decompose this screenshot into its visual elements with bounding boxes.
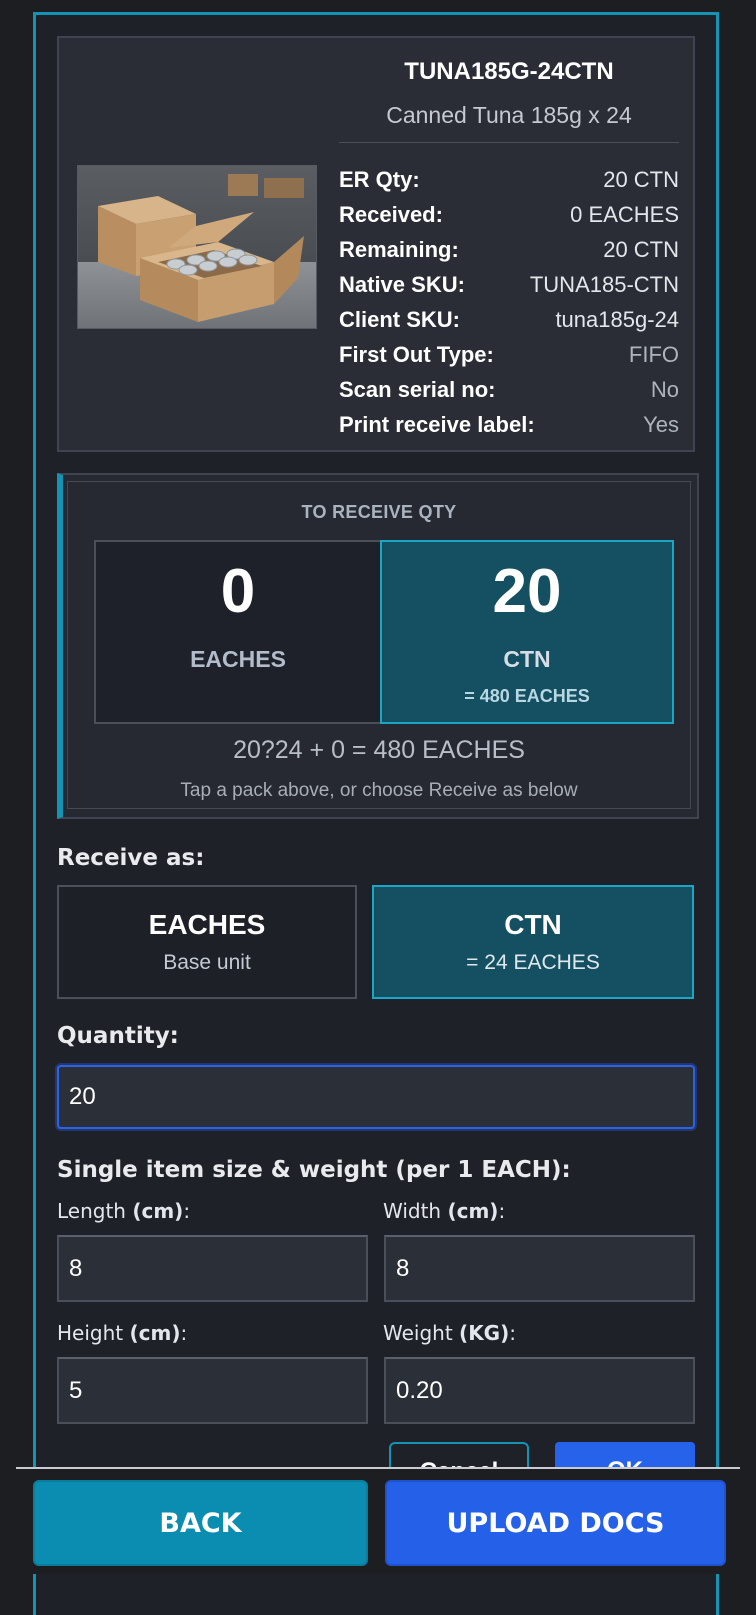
divider <box>339 142 679 143</box>
receive-as-ctn-button[interactable]: CTN = 24 EACHES <box>372 885 694 999</box>
quantity-input[interactable] <box>57 1065 695 1129</box>
detail-value: 20 CTN <box>603 167 679 192</box>
detail-label: Remaining: <box>339 237 459 262</box>
detail-value: Yes <box>643 412 679 437</box>
detail-label: Scan serial no: <box>339 377 496 402</box>
dimensions-heading: Single item size & weight (per 1 EACH): <box>57 1157 571 1183</box>
receive-option-subtitle: Base unit <box>163 951 251 974</box>
receive-option-subtitle: = 24 EACHES <box>466 951 600 974</box>
detail-row-print-label: Print receive label: Yes <box>339 409 679 441</box>
weight-label: Weight (KG): <box>383 1321 516 1345</box>
detail-value: TUNA185-CTN <box>529 272 679 297</box>
height-label-text: Height <box>57 1321 130 1345</box>
detail-row-received: Received: 0 EACHES <box>339 199 679 231</box>
footer-divider <box>16 1467 740 1469</box>
length-unit: (cm) <box>132 1199 184 1223</box>
item-description: Canned Tuna 185g x 24 <box>386 102 632 128</box>
receive-as-eaches-button[interactable]: EACHES Base unit <box>57 885 357 999</box>
pack-eaches-tile[interactable]: 0 EACHES <box>94 540 382 724</box>
length-label-text: Length <box>57 1199 133 1223</box>
length-label-colon: : <box>183 1199 191 1223</box>
detail-label: Print receive label: <box>339 412 535 437</box>
item-card: TUNA185G-24CTN Canned Tuna 185g x 24 ER … <box>57 36 695 452</box>
footer-bar: BACK UPLOAD DOCS <box>0 1467 756 1574</box>
pack-eaches-value: 0 <box>220 557 256 626</box>
weight-label-text: Weight <box>383 1321 460 1345</box>
width-unit: (cm) <box>447 1199 499 1223</box>
pack-ctn-conversion: = 480 EACHES <box>464 686 590 706</box>
height-label: Height (cm): <box>57 1321 187 1345</box>
receive-item-dialog: TUNA185G-24CTN Canned Tuna 185g x 24 ER … <box>33 12 719 1615</box>
qty-formula: 20?24 + 0 = 480 EACHES <box>233 736 525 764</box>
qty-hint: Tap a pack above, or choose Receive as b… <box>180 780 578 801</box>
detail-row-remaining: Remaining: 20 CTN <box>339 234 679 266</box>
detail-value: FIFO <box>628 342 679 367</box>
detail-label: Client SKU: <box>339 307 460 332</box>
detail-row-er-qty: ER Qty: 20 CTN <box>339 164 679 196</box>
width-input[interactable] <box>384 1235 695 1302</box>
receive-option-title: EACHES <box>148 909 266 940</box>
detail-value: 0 EACHES <box>570 202 679 227</box>
height-input[interactable] <box>57 1357 368 1424</box>
receive-option-title: CTN <box>504 909 562 940</box>
weight-label-colon: : <box>509 1321 516 1345</box>
detail-row-client-sku: Client SKU: tuna185g-24 <box>339 304 679 336</box>
detail-value: 20 CTN <box>603 237 679 262</box>
pack-ctn-tile[interactable]: 20 CTN = 480 EACHES <box>380 540 674 724</box>
weight-unit: (KG) <box>459 1321 510 1345</box>
width-label-colon: : <box>498 1199 506 1223</box>
pack-eaches-unit: EACHES <box>190 646 286 672</box>
height-label-colon: : <box>180 1321 188 1345</box>
length-input[interactable] <box>57 1235 368 1302</box>
detail-value: tuna185g-24 <box>555 307 679 332</box>
item-sku: TUNA185G-24CTN <box>404 58 614 85</box>
weight-input[interactable] <box>384 1357 695 1424</box>
upload-docs-button[interactable]: UPLOAD DOCS <box>385 1480 726 1566</box>
to-receive-inner: TO RECEIVE QTY 0 EACHES 20 CTN = 480 EAC… <box>67 481 691 809</box>
quantity-label: Quantity: <box>57 1023 179 1049</box>
detail-label: ER Qty: <box>339 167 420 192</box>
receive-as-label: Receive as: <box>57 845 205 871</box>
product-photo <box>77 165 317 329</box>
detail-row-native-sku: Native SKU: TUNA185-CTN <box>339 269 679 301</box>
width-label: Width (cm): <box>383 1199 505 1223</box>
height-unit: (cm) <box>129 1321 181 1345</box>
detail-row-first-out-type: First Out Type: FIFO <box>339 339 679 371</box>
detail-label: Received: <box>339 202 443 227</box>
back-button[interactable]: BACK <box>33 1480 368 1566</box>
length-label: Length (cm): <box>57 1199 190 1223</box>
pack-ctn-unit: CTN <box>503 646 551 672</box>
to-receive-title: TO RECEIVE QTY <box>301 502 457 522</box>
width-label-text: Width <box>383 1199 448 1223</box>
detail-label: Native SKU: <box>339 272 465 297</box>
detail-value: No <box>650 377 679 402</box>
detail-label: First Out Type: <box>339 342 494 367</box>
to-receive-qty-panel: TO RECEIVE QTY 0 EACHES 20 CTN = 480 EAC… <box>57 473 699 819</box>
detail-row-scan-serial: Scan serial no: No <box>339 374 679 406</box>
pack-ctn-value: 20 <box>492 557 562 626</box>
